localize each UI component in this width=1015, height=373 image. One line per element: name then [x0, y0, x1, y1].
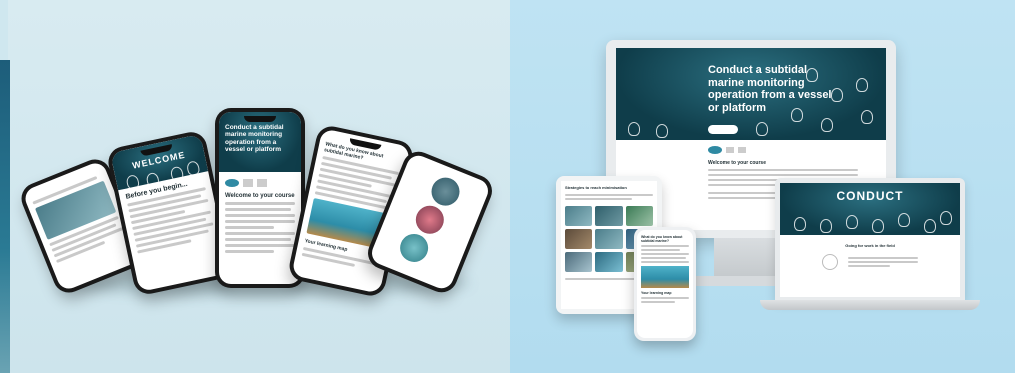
circle-photo-3: [395, 229, 433, 267]
logo-icon: [708, 146, 722, 154]
welcome-heading: Welcome to your course: [225, 193, 295, 199]
laptop-base: [760, 300, 980, 310]
resources-heading: Strategies to reach minimisation: [565, 185, 627, 190]
field-icon: [822, 254, 838, 270]
circle-photo-1: [427, 173, 464, 210]
logo-icon: [225, 179, 239, 187]
monitor-welcome-heading: Welcome to your course: [708, 160, 766, 166]
monitor-logo-row: [708, 146, 886, 154]
logo-row: [225, 178, 295, 188]
monitor-course-title: Conduct a subtidal marine monitoring ope…: [708, 64, 832, 114]
phone-3-screen: Conduct a subtidal marine monitoring ope…: [219, 112, 301, 284]
small-phone: What do you know about subtidal marine? …: [634, 227, 696, 341]
edge-strip: [0, 60, 10, 373]
thumbnail[interactable]: [565, 252, 593, 272]
start-button[interactable]: [708, 124, 738, 134]
circle-photo-2: [411, 201, 449, 238]
mobile-mockup-panel: WELCOME Before you begin... Conduct a su…: [0, 0, 510, 373]
small-phone-screen: What do you know about subtidal marine? …: [637, 230, 693, 338]
thumbnail[interactable]: [565, 229, 593, 249]
field-content: [780, 254, 960, 270]
field-heading: Going for work in the field: [845, 243, 895, 248]
monitor-stand: [714, 238, 784, 278]
laptop-screen: CONDUCT Going for work in the field: [780, 183, 960, 297]
thumbnail[interactable]: [565, 206, 593, 226]
small-phone-heading: What do you know about subtidal marine?: [641, 235, 683, 243]
small-phone-map-heading: Your learning map: [641, 291, 672, 295]
course-title: Conduct a subtidal marine monitoring ope…: [225, 124, 284, 154]
right-edge-marks: [1005, 80, 1011, 360]
small-phone-photo: [641, 266, 689, 288]
thumbnail[interactable]: [595, 206, 623, 226]
edge-top: [0, 0, 8, 60]
conduct-banner: CONDUCT: [836, 189, 904, 203]
thumbnail[interactable]: [625, 206, 653, 226]
thumbnail[interactable]: [595, 252, 623, 272]
thumbnail[interactable]: [595, 229, 623, 249]
laptop: CONDUCT Going for work in the field: [775, 178, 965, 300]
